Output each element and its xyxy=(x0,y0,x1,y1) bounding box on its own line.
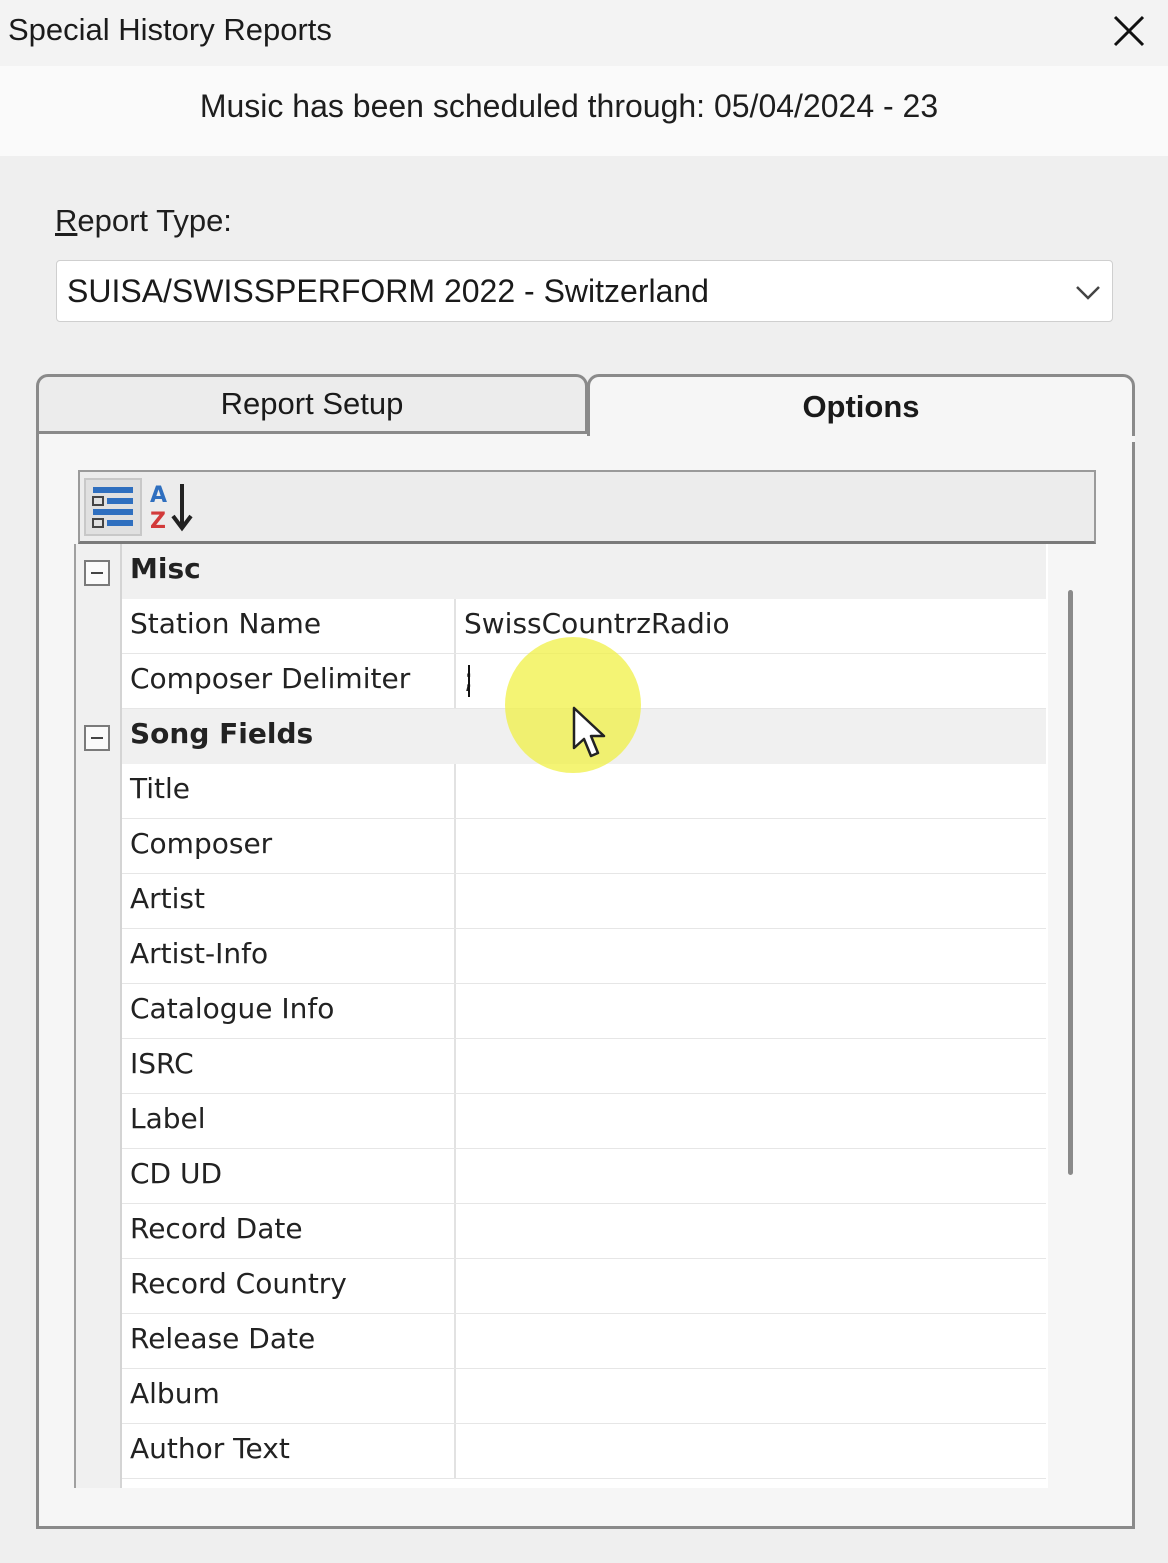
property-row-release-date[interactable]: Release Date xyxy=(122,1314,1046,1369)
category-row-song-fields[interactable]: Song Fields xyxy=(122,709,1046,764)
property-name: ISRC xyxy=(130,1047,194,1080)
report-type-dropdown[interactable]: SUISA/SWISSPERFORM 2022 - Switzerland xyxy=(56,260,1113,322)
collapse-song-fields-button[interactable] xyxy=(84,725,110,751)
property-name: CD UD xyxy=(130,1157,223,1190)
property-value-field[interactable] xyxy=(454,1424,1046,1478)
property-row-catalogue-info[interactable]: Catalogue Info xyxy=(122,984,1046,1039)
tab-report-setup[interactable]: Report Setup xyxy=(36,374,588,434)
property-value-field[interactable] xyxy=(454,1204,1046,1258)
close-icon xyxy=(1113,15,1145,47)
report-type-selected: SUISA/SWISSPERFORM 2022 - Switzerland xyxy=(67,273,709,309)
property-grid-toolbar: A Z xyxy=(78,470,1096,544)
property-name: Label xyxy=(130,1102,206,1135)
property-row-station-name[interactable]: Station Name SwissCountrzRadio xyxy=(122,599,1046,654)
tab-label: Options xyxy=(802,388,920,424)
text-caret xyxy=(468,665,470,697)
category-name: Song Fields xyxy=(130,717,314,750)
schedule-banner: Music has been scheduled through: 05/04/… xyxy=(0,66,1168,156)
property-value-field[interactable] xyxy=(454,1039,1046,1093)
property-value-field[interactable] xyxy=(454,1314,1046,1368)
property-value-field[interactable]: ; xyxy=(454,654,1046,708)
property-value-field[interactable] xyxy=(454,819,1046,873)
scrollbar-thumb[interactable] xyxy=(1068,590,1073,1175)
property-name: Catalogue Info xyxy=(130,992,335,1025)
property-name: Composer Delimiter xyxy=(130,662,411,695)
alphabetical-view-button[interactable]: A Z xyxy=(144,478,202,536)
property-row-record-date[interactable]: Record Date xyxy=(122,1204,1046,1259)
property-name: Artist xyxy=(130,882,205,915)
property-value-field[interactable] xyxy=(454,1094,1046,1148)
property-value-field[interactable] xyxy=(454,929,1046,983)
property-name: Author Text xyxy=(130,1432,290,1465)
property-value-field[interactable] xyxy=(454,984,1046,1038)
close-button[interactable] xyxy=(1108,10,1150,52)
collapse-misc-button[interactable] xyxy=(84,560,110,586)
property-name: Artist-Info xyxy=(130,937,269,970)
property-row-artist-info[interactable]: Artist-Info xyxy=(122,929,1046,984)
property-grid: Misc Station Name SwissCountrzRadio Comp… xyxy=(74,544,1096,1488)
property-row-isrc[interactable]: ISRC xyxy=(122,1039,1046,1094)
property-value-field[interactable] xyxy=(454,1149,1046,1203)
title-bar: Special History Reports xyxy=(0,0,1168,66)
property-value-field[interactable]: SwissCountrzRadio xyxy=(454,599,1046,653)
property-row-album[interactable]: Album xyxy=(122,1369,1046,1424)
property-row-artist[interactable]: Artist xyxy=(122,874,1046,929)
property-value-field[interactable] xyxy=(454,1259,1046,1313)
property-value-field[interactable] xyxy=(454,1369,1046,1423)
category-row-misc[interactable]: Misc xyxy=(122,544,1046,599)
property-row-record-country[interactable]: Record Country xyxy=(122,1259,1046,1314)
property-name: Release Date xyxy=(130,1322,316,1355)
property-row-title[interactable]: Title xyxy=(122,764,1046,819)
report-type-label: Report Type: xyxy=(55,203,232,239)
categorized-view-button[interactable] xyxy=(84,478,142,536)
tab-label: Report Setup xyxy=(220,386,404,421)
property-row-label[interactable]: Label xyxy=(122,1094,1046,1149)
category-name: Misc xyxy=(130,552,201,585)
property-name: Record Country xyxy=(130,1267,347,1300)
property-name: Title xyxy=(130,772,191,805)
property-name: Record Date xyxy=(130,1212,303,1245)
svg-text:Z: Z xyxy=(150,509,166,534)
window-title: Special History Reports xyxy=(8,12,332,47)
property-row-cd-ud[interactable]: CD UD xyxy=(122,1149,1046,1204)
property-row-composer[interactable]: Composer xyxy=(122,819,1046,874)
property-name: Album xyxy=(130,1377,220,1410)
property-value-field[interactable] xyxy=(454,764,1046,818)
schedule-status-text: Music has been scheduled through: 05/04/… xyxy=(199,88,939,124)
categorized-view-icon xyxy=(92,487,133,528)
property-name: Station Name xyxy=(130,607,322,640)
report-type-label-accesskey: R xyxy=(55,203,78,238)
property-value-field[interactable] xyxy=(454,874,1046,928)
tab-options[interactable]: Options xyxy=(587,374,1135,442)
svg-text:A: A xyxy=(150,483,167,508)
property-value: SwissCountrzRadio xyxy=(464,607,730,640)
chevron-down-icon xyxy=(1076,286,1100,300)
property-row-composer-delimiter[interactable]: Composer Delimiter ; xyxy=(122,654,1046,709)
sort-az-icon: A Z xyxy=(150,483,193,534)
property-row-author-text[interactable]: Author Text xyxy=(122,1424,1046,1479)
report-type-label-rest: eport Type: xyxy=(77,203,232,238)
property-grid-gutter xyxy=(76,544,122,1488)
property-name: Composer xyxy=(130,827,273,860)
